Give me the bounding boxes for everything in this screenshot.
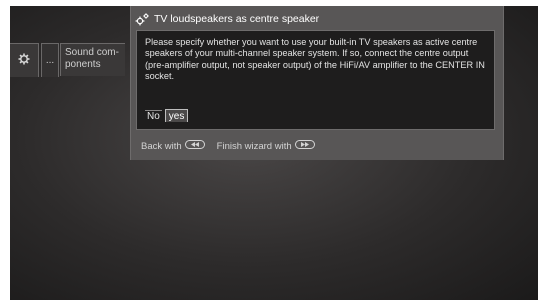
option-no[interactable]: No [145,110,162,122]
dialog-body: Please specify whether you want to use y… [136,30,495,130]
wizard-dialog: TV loudspeakers as centre speaker Please… [130,6,504,160]
dots-label: ... [45,55,55,66]
menu-dots-tab[interactable]: ... [41,43,59,77]
rewind-key-icon [184,140,205,152]
dialog-message: Please specify whether you want to use y… [145,37,485,81]
tv-screen: ... Sound com- ponents TV loudspeakers a… [10,6,538,300]
dialog-title: TV loudspeakers as centre speaker [154,13,320,25]
gears-icon [135,12,149,26]
menu-settings-tab[interactable] [10,43,39,77]
option-selector: No yes [145,109,191,123]
gear-icon [18,53,30,68]
finish-hint-label: Finish wizard with [216,140,292,152]
sound-components-label: Sound com- ponents [65,47,119,70]
dialog-footer: Back with Finish wizard with [141,140,327,152]
dialog-title-bar: TV loudspeakers as centre speaker [135,10,319,28]
option-yes[interactable]: yes [164,109,189,123]
fast-forward-key-icon [294,140,315,152]
back-hint-label: Back with [141,140,182,152]
menu-sound-components-tab[interactable]: Sound com- ponents [60,43,125,76]
